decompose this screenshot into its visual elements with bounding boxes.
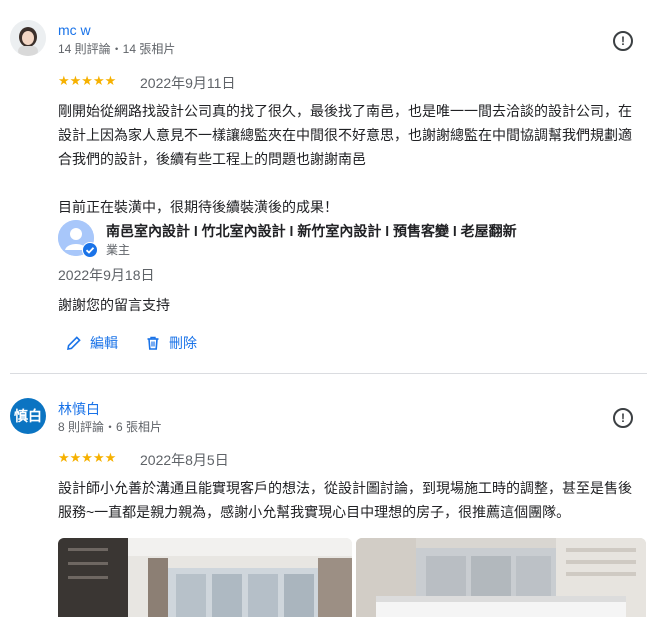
review-date: 2022年8月5日 <box>140 452 229 468</box>
review-photo[interactable] <box>58 538 352 617</box>
review-text-line: 服務~一直都是親力親為，感謝小允幫我實現心目中理想的房子，很推薦這個團隊。 <box>58 504 571 520</box>
star-rating: ★★★★★ <box>58 450 117 465</box>
review-card: mc w 14 則評論・14 張相片 ! ★★★★★ 2022年9月11日 剛開… <box>0 0 652 372</box>
reviewer-avatar[interactable] <box>10 20 46 56</box>
review-date: 2022年9月11日 <box>140 75 236 91</box>
review-text: 設計師小允善於溝通且能實現客戶的想法，從設計圖討論，到現場施工時的調整，甚至是售… <box>58 476 648 524</box>
edit-button[interactable]: 編輯 <box>66 333 118 353</box>
verified-badge-icon <box>82 242 98 258</box>
owner-avatar <box>58 220 98 258</box>
reviewer-name[interactable]: 林慎白 <box>58 399 100 419</box>
reviewer-name[interactable]: mc w <box>58 22 91 38</box>
review-text-line: 設計上因為家人意見不一樣讓總監夾在中間很不好意思，也謝謝總監在中間協調幫我們規劃… <box>58 127 632 143</box>
review-card: 慎白 林慎白 8 則評論・6 張相片 ! ★★★★★ 2022年8月5日 設計師… <box>0 374 652 617</box>
reply-date: 2022年9月18日 <box>58 267 155 283</box>
review-text-line: 合我們的設計，後續有些工程上的問題也謝謝南邑 <box>58 151 366 167</box>
report-icon[interactable]: ! <box>613 31 633 51</box>
interior-photo-icon <box>356 538 646 617</box>
reviewer-meta: 8 則評論・6 張相片 <box>58 420 163 434</box>
review-text-line: 剛開始從網路找設計公司真的找了很久，最後找了南邑，也是唯一一間去洽談的設計公司，… <box>58 103 632 119</box>
delete-label: 刪除 <box>169 335 197 351</box>
pencil-icon <box>67 336 81 350</box>
reviewer-meta: 14 則評論・14 張相片 <box>58 42 176 56</box>
review-text-line: 設計師小允善於溝通且能實現客戶的想法，從設計圖討論，到現場施工時的調整，甚至是售… <box>58 480 632 496</box>
interior-photo-icon <box>58 538 352 617</box>
delete-button[interactable]: 刪除 <box>145 333 197 353</box>
owner-name: 南邑室內設計 l 竹北室內設計 l 新竹室內設計 l 預售客變 l 老屋翻新 <box>106 223 517 239</box>
person-photo-icon <box>10 20 46 56</box>
reviewer-avatar[interactable]: 慎白 <box>10 398 46 434</box>
trash-icon <box>147 336 159 350</box>
avatar-initials: 慎白 <box>14 408 42 424</box>
owner-reply-text: 謝謝您的留言支持 <box>58 297 170 313</box>
edit-label: 編輯 <box>90 335 118 351</box>
star-rating: ★★★★★ <box>58 73 117 88</box>
owner-role: 業主 <box>106 243 131 257</box>
review-text: 剛開始從網路找設計公司真的找了很久，最後找了南邑，也是唯一一間去洽談的設計公司，… <box>58 99 648 219</box>
review-text-line: 目前正在裝潢中，很期待後續裝潢後的成果！ <box>58 199 338 215</box>
report-icon[interactable]: ! <box>613 408 633 428</box>
review-photo[interactable] <box>356 538 646 617</box>
